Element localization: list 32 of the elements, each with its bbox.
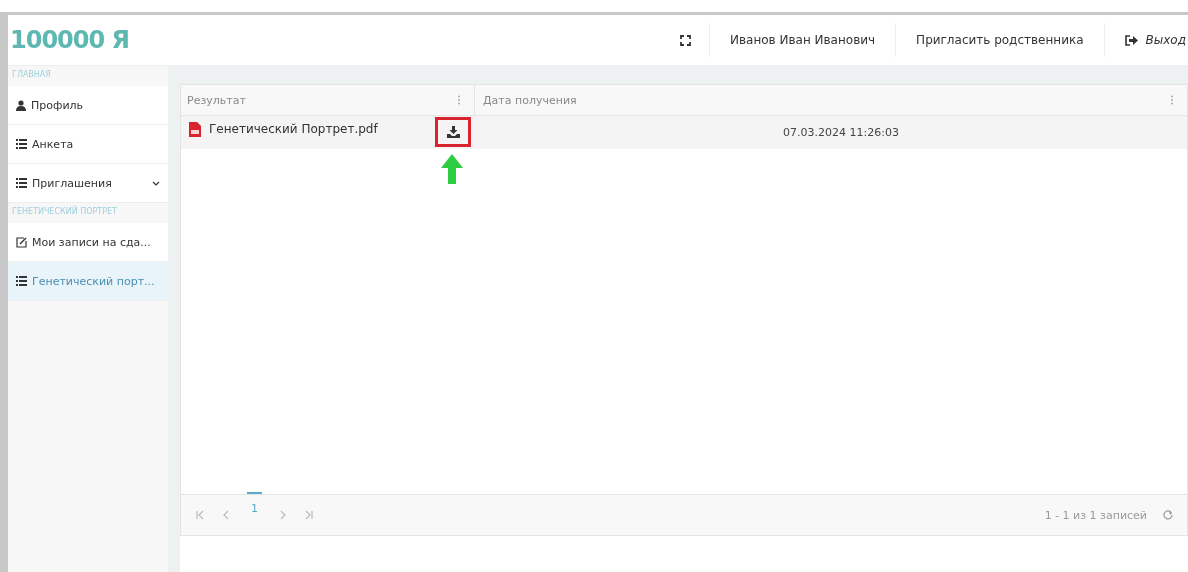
section-heading: ГЛАВНАЯ [11,69,52,81]
last-page-icon[interactable] [304,510,314,520]
logout-button[interactable]: Выход [1103,23,1188,57]
sidebar-item[interactable]: Профиль [8,86,168,125]
first-page-icon[interactable] [195,510,205,520]
fullscreen-icon [680,34,691,46]
download-button[interactable] [435,117,471,147]
download-icon [446,126,460,138]
file-link[interactable]: Генетический Портрет.pdf [209,122,378,136]
list-icon [16,178,27,188]
list-icon [16,139,27,149]
logo: 100000 Я [9,26,131,54]
refresh-icon[interactable] [1163,510,1173,520]
list-icon [16,276,27,286]
edit-icon [16,236,27,248]
annotation-arrow [441,154,463,184]
column-header: Дата получения [483,93,577,107]
records-summary: 1 - 1 из 1 записей [1044,508,1147,522]
logout-icon [1124,34,1138,46]
prev-page-icon[interactable] [221,510,231,520]
user-icon [16,99,26,111]
table-cell-text: 07.03.2024 11:26:03 [783,126,899,141]
sidebar-item[interactable]: Мои записи на сда... [8,223,168,262]
sidebar-item[interactable]: Приглашения [8,164,168,203]
chevron-down-icon [152,180,160,186]
user-button[interactable]: Иванов Иван Иванович [709,23,896,57]
sidebar-item[interactable]: Анкета [8,125,168,164]
next-page-icon[interactable] [278,510,288,520]
section-heading: ГЕНЕТИЧЕСКИЙ ПОРТРЕТ [11,204,118,218]
column-header: Результат [187,93,246,107]
invite-button[interactable]: Пригласить родственника [895,23,1104,57]
pdf-file-icon [189,122,201,137]
